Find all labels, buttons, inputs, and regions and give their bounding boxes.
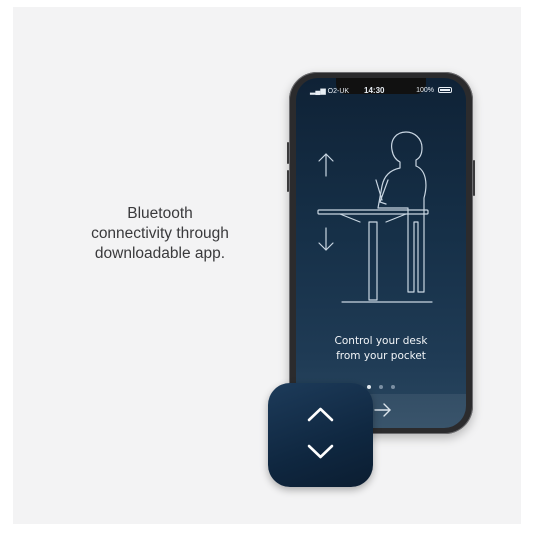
signal-icon: ▂▄▆: [310, 88, 328, 95]
standing-desk-illustration: [317, 131, 433, 303]
caption-line-3: downloadable app.: [94, 245, 226, 262]
page-dot[interactable]: [391, 385, 396, 389]
arrow-up-icon: [318, 153, 334, 177]
arrow-down-icon: [318, 227, 334, 251]
status-bar: ▂▄▆ O2-UK 14:30 100%: [296, 78, 466, 100]
desk-icon: [317, 209, 433, 303]
status-time: 14:30: [364, 86, 385, 95]
page-dot[interactable]: [379, 385, 383, 389]
onboarding-tagline: Control your desk from your pocket: [296, 334, 466, 364]
chevron-down-icon: [307, 444, 334, 459]
tagline-line-1: Control your desk: [334, 335, 428, 347]
caption-line-2: connectivity through: [91, 225, 229, 242]
phone-volume-button: [287, 142, 289, 164]
phone-power-button: [473, 160, 475, 196]
app-icon[interactable]: [268, 383, 373, 487]
caption-line-1: Bluetooth: [127, 205, 193, 222]
chevron-up-icon: [307, 407, 334, 422]
phone-volume-button: [287, 170, 289, 192]
phone-mockup: ▂▄▆ O2-UK 14:30 100% Control your desk f…: [287, 72, 475, 434]
tagline-line-2: from your pocket: [336, 350, 426, 362]
feature-caption: Bluetooth connectivity through downloada…: [70, 204, 250, 264]
battery-icon: [438, 87, 452, 93]
person-icon: [375, 131, 427, 293]
phone-screen: ▂▄▆ O2-UK 14:30 100% Control your desk f…: [296, 78, 466, 428]
arrow-right-icon: [374, 403, 391, 417]
battery-percent: 100%: [416, 87, 434, 94]
carrier-label: ▂▄▆ O2-UK: [310, 88, 350, 95]
